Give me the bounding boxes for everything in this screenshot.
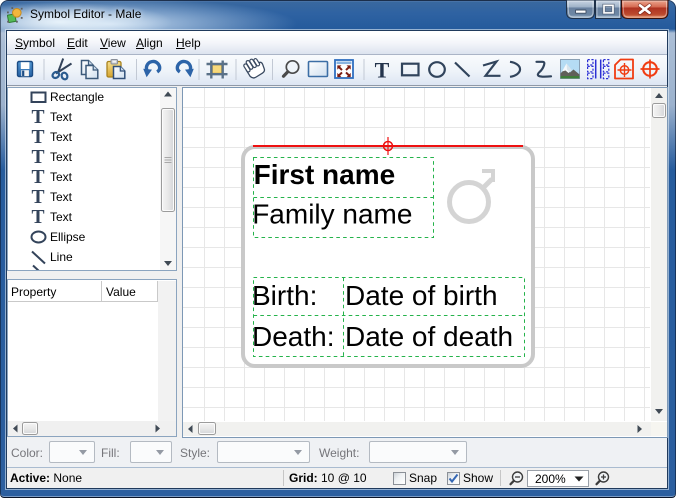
svg-text:Birth:: Birth: bbox=[252, 280, 317, 311]
svg-text:T: T bbox=[31, 147, 44, 168]
svg-text:Death:: Death: bbox=[252, 321, 335, 352]
svg-text:T: T bbox=[31, 127, 44, 148]
svg-text:T: T bbox=[31, 187, 44, 208]
svg-text:T: T bbox=[31, 207, 44, 228]
svg-text:T: T bbox=[31, 107, 44, 128]
svg-text:Date of death: Date of death bbox=[345, 321, 513, 352]
svg-text:T: T bbox=[31, 167, 44, 188]
svg-text:Family name: Family name bbox=[252, 198, 412, 229]
svg-text:T: T bbox=[375, 58, 390, 83]
svg-text:First name: First name bbox=[254, 159, 396, 190]
svg-text:Date of birth: Date of birth bbox=[345, 280, 498, 311]
